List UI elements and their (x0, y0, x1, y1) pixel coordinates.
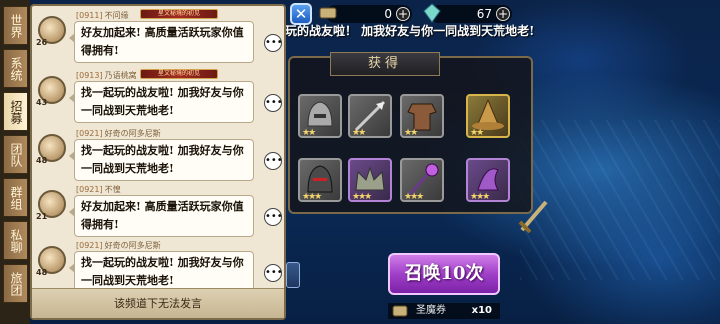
message-text: 找一起玩的战友啦! 加我好友与你一同战到天荒地老! (74, 139, 254, 181)
resource-1-add-button[interactable]: + (396, 7, 410, 21)
player-name[interactable]: 好奇の阿多尼斯 (105, 129, 161, 138)
chat-channel-tabs: 世界 系统 招募 团队 群组 私聊 旅团 (0, 0, 30, 324)
server-id: [0921] (76, 241, 103, 250)
resource-1: 0 + (319, 5, 412, 23)
reward-item-hat[interactable]: ★★ (466, 94, 510, 138)
reward-item-spear[interactable]: ★★ (348, 94, 392, 138)
tab-group[interactable]: 群组 (3, 178, 28, 217)
close-icon: ✕ (294, 5, 308, 23)
resource-2: 67 + (423, 3, 512, 23)
rarity-stars: ★★★ (470, 192, 490, 202)
player-level: 21 (36, 212, 48, 221)
server-id: [0921] (76, 185, 103, 194)
player-name[interactable]: 乃语桃窝 (105, 71, 137, 80)
ticket-label: 圣魔券 (416, 305, 446, 316)
player-level: 48 (36, 156, 48, 165)
reward-panel: 获得 ★★ ★★ ★★ ★★ ★★★ ★★★ ★★★ ★★★ (288, 52, 533, 214)
player-name[interactable]: 好奇の阿多尼斯 (105, 241, 161, 250)
tab-private[interactable]: 私聊 (3, 221, 28, 260)
message-text: 找一起玩的战友啦! 加我好友与你一同战到天荒地老! (74, 81, 254, 123)
more-options-button[interactable]: ••• (264, 152, 283, 170)
reward-item-crown[interactable]: ★★★ (348, 158, 392, 202)
rarity-stars: ★★ (470, 128, 484, 138)
tab-recruit[interactable]: 招募 (3, 92, 28, 131)
resource-1-value: 0 (384, 7, 392, 21)
tab-world[interactable]: 世界 (3, 6, 28, 45)
more-options-button[interactable]: ••• (264, 208, 283, 226)
reward-item-armor[interactable]: ★★ (400, 94, 444, 138)
tab-system[interactable]: 系统 (3, 49, 28, 88)
title-badge: 星文秘境的初见 (140, 69, 218, 79)
more-options-button[interactable]: ••• (264, 264, 283, 282)
chat-message: 26 [0911] 不问缘 星文秘境的初见 好友加起来! 高质量活跃玩家你值得拥有… (36, 8, 284, 68)
reward-item-dark-helmet[interactable]: ★★★ (298, 158, 342, 202)
server-id: [0913] (76, 71, 103, 80)
chat-disabled-notice: 该频道下无法发言 (32, 288, 284, 318)
rarity-stars: ★★ (404, 128, 418, 138)
summon-10-button[interactable]: 召唤10次 (388, 253, 500, 295)
reward-item-purple-hat[interactable]: ★★★ (466, 158, 510, 202)
summon-side-button[interactable] (286, 262, 300, 288)
resource-2-value: 67 (476, 7, 492, 21)
message-meta: [0921] 不惶 (76, 184, 121, 195)
chat-panel: 26 [0911] 不问缘 星文秘境的初见 好友加起来! 高质量活跃玩家你值得拥有… (30, 4, 286, 320)
summon-cost: 圣魔券 x10 (388, 303, 500, 319)
title-badge: 星文秘境的初见 (140, 9, 218, 19)
message-meta: [0911] 不问缘 (76, 10, 129, 21)
chat-message: 43 [0913] 乃语桃窝 星文秘境的初见 找一起玩的战友啦! 加我好友与你一同… (36, 68, 284, 128)
resource-2-add-button[interactable]: + (496, 7, 510, 21)
chat-message: 21 [0921] 不惶 好友加起来! 高质量活跃玩家你值得拥有! ••• (36, 182, 284, 242)
rarity-stars: ★★ (302, 128, 316, 138)
chat-message: 48 [0921] 好奇の阿多尼斯 找一起玩的战友啦! 加我好友与你一同战到天荒地… (36, 126, 284, 186)
more-options-button[interactable]: ••• (264, 94, 283, 112)
message-text: 好友加起来! 高质量活跃玩家你值得拥有! (74, 195, 254, 237)
ticket-icon (319, 7, 337, 19)
reward-title: 获得 (330, 52, 440, 76)
message-text: 好友加起来! 高质量活跃玩家你值得拥有! (74, 21, 254, 63)
player-level: 43 (36, 98, 48, 107)
message-text: 找一起玩的战友啦! 加我好友与你一同战到天荒地老! (74, 251, 254, 293)
reward-item-staff[interactable]: ★★★ (400, 158, 444, 202)
player-name[interactable]: 不惶 (105, 185, 121, 194)
message-meta: [0921] 好奇の阿多尼斯 (76, 128, 161, 139)
player-level: 26 (36, 38, 48, 47)
rarity-stars: ★★★ (302, 192, 322, 202)
ticket-count: x10 (471, 305, 492, 316)
server-id: [0921] (76, 129, 103, 138)
tab-team[interactable]: 团队 (3, 135, 28, 174)
rarity-stars: ★★ (352, 128, 366, 138)
reward-item-helmet[interactable]: ★★ (298, 94, 342, 138)
more-options-button[interactable]: ••• (264, 34, 283, 52)
scrolling-broadcast: 玩的战友啦！ 加我好友与你一同战到天荒地老! (285, 24, 535, 38)
sword-icon (518, 200, 548, 234)
player-name[interactable]: 不问缘 (105, 11, 129, 20)
ticket-icon (392, 305, 408, 317)
message-meta: [0913] 乃语桃窝 (76, 70, 137, 81)
rarity-stars: ★★★ (352, 192, 372, 202)
rarity-stars: ★★★ (404, 192, 424, 202)
message-meta: [0921] 好奇の阿多尼斯 (76, 240, 161, 251)
tab-brigade[interactable]: 旅团 (3, 264, 28, 303)
crystal-icon (423, 3, 441, 23)
server-id: [0911] (76, 11, 103, 20)
player-level: 48 (36, 268, 48, 277)
